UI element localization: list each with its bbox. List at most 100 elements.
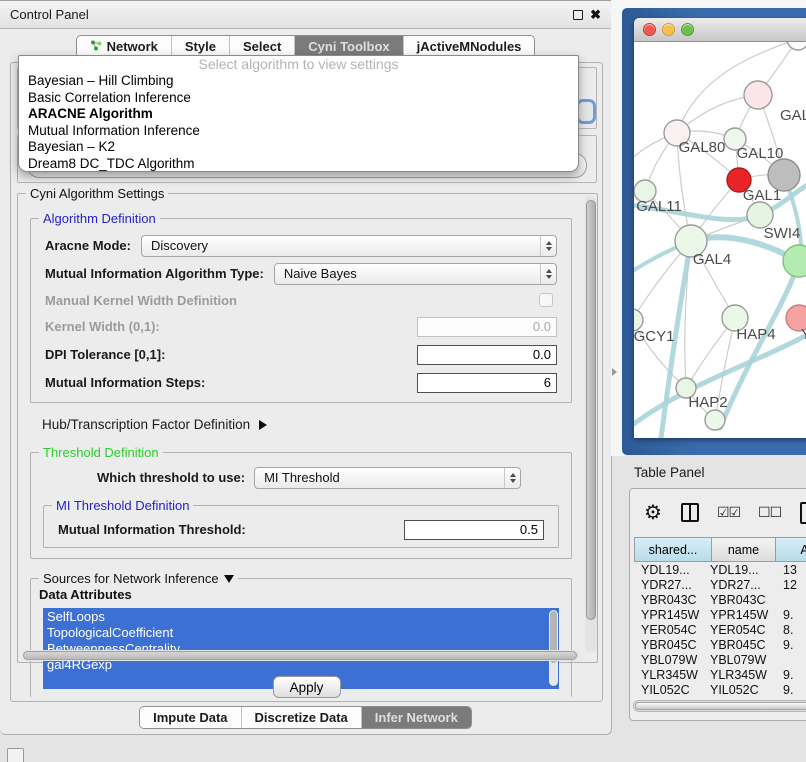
node-label-gal4: GAL4	[693, 251, 731, 268]
tab-network[interactable]: Network	[77, 36, 171, 57]
cell-shared-name: YIL052C	[634, 683, 706, 698]
close-traffic-icon[interactable]	[643, 23, 656, 36]
table-row[interactable]: YLR345WYLR345W9.	[634, 668, 806, 683]
gear-icon[interactable]: ⚙	[644, 503, 662, 523]
cell-value: 9.	[775, 668, 806, 683]
kernel-width-input[interactable]	[417, 317, 557, 337]
cell-shared-name: YER054C	[634, 623, 706, 638]
network-node-gal[interactable]	[744, 81, 772, 109]
sources-title-label: Sources for Network Inference	[43, 571, 219, 586]
splitter-arrow-icon[interactable]	[612, 368, 617, 376]
stepper-icon[interactable]	[540, 264, 556, 284]
dpi-tolerance-label: DPI Tolerance [0,1]:	[45, 347, 165, 362]
settings-vscrollbar-thumb[interactable]	[586, 200, 596, 620]
cell-name: YIL052C	[706, 683, 775, 698]
manual-kernel-label: Manual Kernel Width Definition	[45, 293, 237, 308]
table-panel: ⚙ ☑☑ ☐☐ shared...nameA YDL19...YDL19...1…	[629, 488, 806, 721]
cell-shared-name: YDL19...	[634, 563, 706, 578]
algorithm-option-basic-correlation-inference[interactable]: Basic Correlation Inference	[19, 90, 578, 107]
cell-name: YLR345W	[706, 668, 775, 683]
threshold-definition-group: Threshold Definition Which threshold to …	[30, 452, 572, 559]
tab-discretize-data-label: Discretize Data	[255, 710, 348, 725]
mi-threshold-label: Mutual Information Threshold:	[58, 522, 246, 537]
cell-shared-name: YBL079W	[634, 653, 706, 668]
tab-infer-network[interactable]: Infer Network	[361, 707, 471, 728]
node-label-hap4: HAP4	[736, 326, 775, 343]
checked-boxes-icon[interactable]: ☑☑	[717, 504, 740, 521]
sources-title[interactable]: Sources for Network Inference	[39, 571, 238, 586]
collapse-arrow-icon[interactable]	[224, 575, 234, 583]
settings-vscrollbar[interactable]	[585, 196, 597, 652]
cell-value: 12	[775, 578, 806, 593]
hub-transcription-toggle[interactable]: Hub/Transcription Factor Definition	[42, 417, 580, 432]
table-row[interactable]: YER054CYER054C8.	[634, 623, 806, 638]
tab-select-label: Select	[243, 39, 281, 54]
tab-discretize-data[interactable]: Discretize Data	[241, 707, 361, 728]
close-icon[interactable]: ✖	[590, 10, 601, 20]
mi-threshold-input[interactable]	[404, 520, 544, 540]
algorithm-option-mutual-information-inference[interactable]: Mutual Information Inference	[19, 123, 578, 140]
column-header-a[interactable]: A	[776, 537, 806, 562]
split-columns-icon[interactable]	[681, 503, 699, 522]
which-threshold-select[interactable]: MI Threshold	[254, 467, 521, 489]
algorithm-popup-placeholder: Select algorithm to view settings	[19, 57, 578, 73]
mi-algorithm-type-value: Naive Bayes	[284, 266, 540, 281]
stepper-icon[interactable]	[504, 468, 520, 488]
attribute-item-selfloops[interactable]: SelfLoops	[43, 609, 559, 625]
network-window-titlebar[interactable]	[634, 18, 806, 42]
table-hscrollbar-thumb[interactable]	[635, 702, 806, 710]
tab-cyni-toolbox[interactable]: Cyni Toolbox	[294, 36, 402, 57]
cell-value: 8.	[775, 623, 806, 638]
attribute-item-topologicalcoefficient[interactable]: TopologicalCoefficient	[43, 625, 559, 641]
unchecked-boxes-icon[interactable]: ☐☐	[758, 504, 781, 521]
minimize-traffic-icon[interactable]	[662, 23, 675, 36]
dpi-tolerance-input[interactable]	[417, 345, 557, 365]
column-header-shared[interactable]: shared...	[634, 537, 712, 562]
table-row[interactable]: YPR145WYPR145W9.	[634, 608, 806, 623]
tab-select[interactable]: Select	[229, 36, 294, 57]
table-doc-icon[interactable]	[800, 502, 806, 524]
network-node[interactable]	[787, 42, 806, 50]
cell-value: 9.	[775, 683, 806, 698]
table-row[interactable]: YIL052CYIL052C9.	[634, 683, 806, 698]
stepper-icon[interactable]	[540, 236, 556, 256]
mi-algorithm-type-label: Mutual Information Algorithm Type:	[45, 266, 264, 281]
tab-jactivemnodules[interactable]: jActiveMNodules	[403, 36, 535, 57]
algorithm-option-dream8-dc-tdc-algorithm[interactable]: Dream8 DC_TDC Algorithm	[19, 156, 578, 173]
tab-style[interactable]: Style	[171, 36, 229, 57]
algorithm-option-bayesian-hill-climbing[interactable]: Bayesian – Hill Climbing	[19, 73, 578, 90]
table-row[interactable]: YBR045CYBR045C9.	[634, 638, 806, 653]
table-row[interactable]: YBL079WYBL079W	[634, 653, 806, 668]
list-scrollbar[interactable]	[549, 610, 558, 686]
settings-hscrollbar[interactable]	[22, 650, 579, 661]
expand-arrow-icon[interactable]	[259, 420, 267, 430]
cell-name: YBR043C	[706, 593, 775, 608]
mi-algorithm-type-select[interactable]: Naive Bayes	[274, 263, 557, 285]
window-title: Control Panel	[10, 7, 89, 22]
network-canvas[interactable]: GALGAL80GAL10GAL1GAL11SWI4GAL4GCY1HAP4YH…	[634, 42, 806, 438]
network-node[interactable]	[705, 410, 725, 430]
table-row[interactable]: YBR043CYBR043C	[634, 593, 806, 608]
mi-steps-input[interactable]	[417, 373, 557, 393]
algorithm-option-aracne-algorithm[interactable]: ARACNE Algorithm	[19, 106, 578, 123]
table-hscrollbar[interactable]	[633, 700, 806, 712]
apply-button[interactable]: Apply	[273, 676, 341, 698]
mi-threshold-definition-group: MI Threshold Definition Mutual Informati…	[43, 505, 559, 548]
settings-hscrollbar-thumb[interactable]	[23, 651, 577, 660]
algorithm-option-bayesian-k2[interactable]: Bayesian – K2	[19, 139, 578, 156]
network-node[interactable]	[783, 245, 806, 277]
tab-impute-data[interactable]: Impute Data	[140, 707, 240, 728]
tab-cyni-toolbox-label: Cyni Toolbox	[308, 39, 389, 54]
column-header-name[interactable]: name	[712, 537, 776, 562]
floating-mini-panel[interactable]	[7, 748, 24, 762]
table-row[interactable]: YDL19...YDL19...13	[634, 563, 806, 578]
float-window-icon[interactable]	[573, 10, 583, 20]
node-label-gal10: GAL10	[737, 145, 784, 162]
network-icon	[90, 39, 102, 54]
aracne-mode-select[interactable]: Discovery	[141, 235, 557, 257]
table-header: shared...nameA	[634, 537, 806, 562]
manual-kernel-checkbox[interactable]	[539, 293, 553, 307]
node-label-gal: GAL	[780, 107, 806, 124]
table-row[interactable]: YDR27...YDR27...12	[634, 578, 806, 593]
zoom-traffic-icon[interactable]	[681, 23, 694, 36]
